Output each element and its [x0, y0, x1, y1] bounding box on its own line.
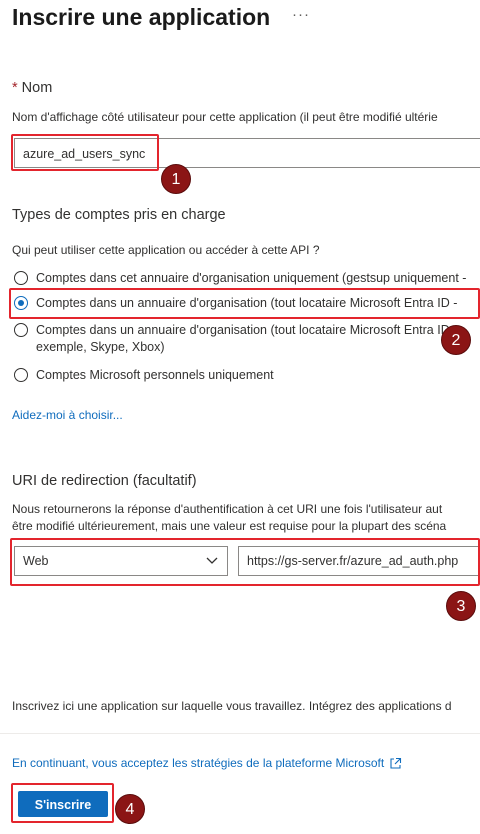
redirect-heading: URI de redirection (facultatif) [12, 473, 197, 489]
annotation-box-3 [10, 538, 480, 586]
option-label-line2: exemple, Skype, Xbox) [36, 340, 165, 354]
account-type-option-single-tenant[interactable]: Comptes dans cet annuaire d'organisation… [14, 270, 480, 287]
name-label-text: Nom [21, 80, 53, 96]
more-options-icon[interactable]: ··· [292, 6, 310, 23]
option-label: Comptes dans un annuaire d'organisation … [36, 322, 457, 356]
footer-info-text: Inscrivez ici une application sur laquel… [12, 699, 452, 713]
option-label-line1: Comptes dans un annuaire d'organisation … [36, 323, 458, 337]
divider [0, 733, 480, 734]
radio-button[interactable] [14, 271, 28, 285]
external-link-icon [390, 757, 402, 769]
annotation-badge-1: 1 [161, 164, 191, 194]
account-types-heading: Types de comptes pris en charge [12, 207, 226, 223]
annotation-box-2 [9, 288, 480, 319]
redirect-description-line2: être modifié ultérieurement, mais une va… [12, 519, 447, 533]
account-type-option-multi-tenant-personal[interactable]: Comptes dans un annuaire d'organisation … [14, 322, 480, 356]
annotation-badge-4: 4 [115, 794, 145, 824]
policy-link-text: En continuant, vous acceptez les stratég… [12, 756, 385, 770]
redirect-description-line1: Nous retournerons la réponse d'authentif… [12, 502, 443, 516]
required-mark: * [12, 80, 18, 96]
option-label: Comptes Microsoft personnels uniquement [36, 368, 274, 382]
radio-button[interactable] [14, 323, 28, 337]
annotation-badge-2: 2 [441, 325, 471, 355]
annotation-box-1 [11, 134, 159, 171]
account-type-option-personal-only[interactable]: Comptes Microsoft personnels uniquement [14, 367, 480, 384]
annotation-box-4 [11, 783, 114, 823]
name-label: * Nom [12, 80, 52, 96]
page-title: Inscrire une application [12, 4, 271, 30]
policy-link[interactable]: En continuant, vous acceptez les stratég… [12, 756, 402, 770]
name-description: Nom d'affichage côté utilisateur pour ce… [12, 110, 438, 124]
radio-button[interactable] [14, 368, 28, 382]
annotation-badge-3: 3 [446, 591, 476, 621]
option-label: Comptes dans cet annuaire d'organisation… [36, 271, 467, 285]
account-types-question: Qui peut utiliser cette application ou a… [12, 243, 320, 257]
help-choose-link[interactable]: Aidez-moi à choisir... [12, 408, 123, 422]
